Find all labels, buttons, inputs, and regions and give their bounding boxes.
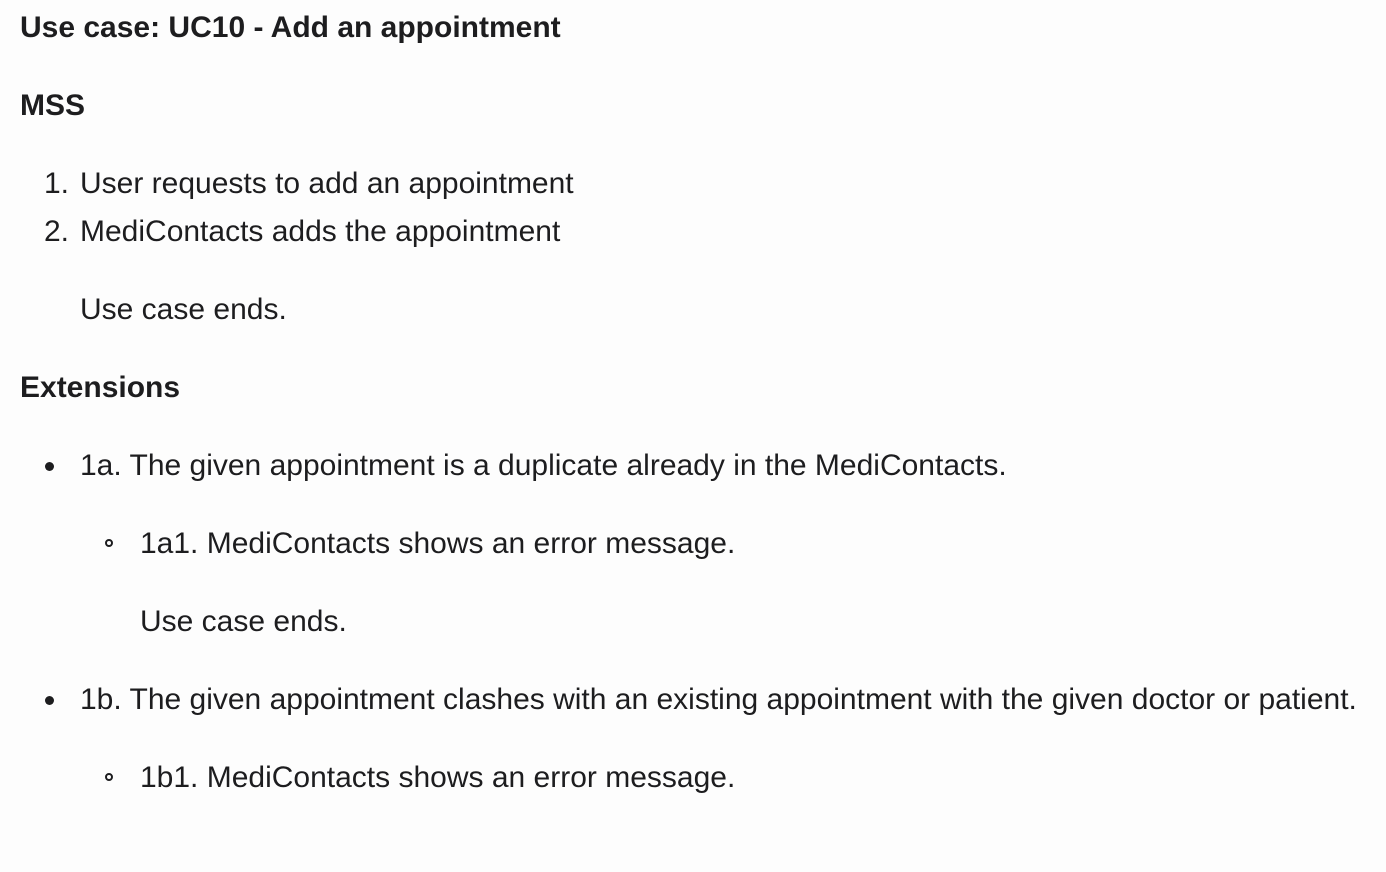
extension-sub-item: 1b1. MediContacts shows an error message… xyxy=(105,754,1370,802)
bullet-circle-icon xyxy=(105,773,113,781)
extension-item: 1a. The given appointment is a duplicate… xyxy=(45,442,1370,646)
mss-steps-list: 1. User requests to add an appointment 2… xyxy=(20,160,1370,256)
extension-sub-text: 1a1. MediContacts shows an error message… xyxy=(140,527,736,560)
extension-item: 1b. The given appointment clashes with a… xyxy=(45,676,1370,802)
use-case-document: Use case: UC10 - Add an appointment MSS … xyxy=(20,4,1370,832)
extension-text: 1b. The given appointment clashes with a… xyxy=(80,683,1357,716)
extension-sub-list: 1b1. MediContacts shows an error message… xyxy=(80,754,1370,802)
mss-step: 1. User requests to add an appointment xyxy=(44,160,1370,208)
step-number: 2. xyxy=(44,215,70,248)
bullet-disc-icon xyxy=(45,462,54,471)
mss-ending: Use case ends. xyxy=(80,293,287,326)
mss-heading: MSS xyxy=(20,89,86,122)
bullet-disc-icon xyxy=(45,696,54,705)
extensions-heading: Extensions xyxy=(20,371,181,404)
extension-text: 1a. The given appointment is a duplicate… xyxy=(80,449,1007,482)
extensions-list: 1a. The given appointment is a duplicate… xyxy=(20,442,1370,802)
use-case-title: Use case: UC10 - Add an appointment xyxy=(20,11,561,44)
extension-sub-item: 1a1. MediContacts shows an error message… xyxy=(105,520,1370,646)
extension-sub-ending: Use case ends. xyxy=(140,605,347,638)
step-number: 1. xyxy=(44,167,70,200)
step-text: MediContacts adds the appointment xyxy=(80,215,561,248)
extension-sub-list: 1a1. MediContacts shows an error message… xyxy=(80,520,1370,646)
step-text: User requests to add an appointment xyxy=(80,167,574,200)
mss-step: 2. MediContacts adds the appointment xyxy=(44,208,1370,256)
bullet-circle-icon xyxy=(105,539,113,547)
extension-sub-text: 1b1. MediContacts shows an error message… xyxy=(140,761,736,794)
